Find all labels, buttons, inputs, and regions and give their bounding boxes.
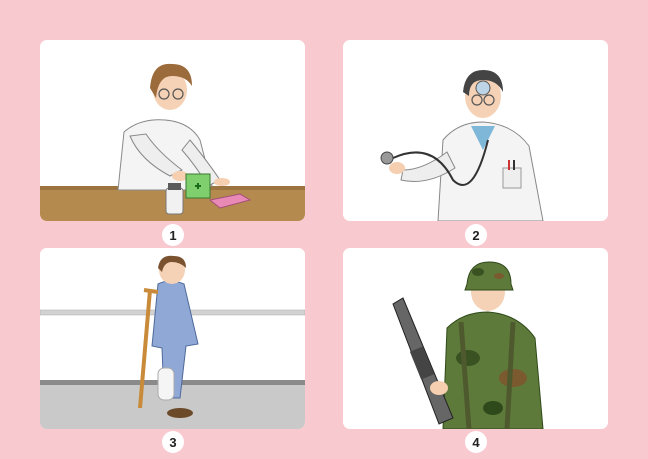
panel-number-4: 4: [465, 431, 487, 453]
doctor-illustration: [380, 70, 544, 221]
panel-3[interactable]: [40, 248, 305, 429]
panel-1[interactable]: [40, 40, 305, 221]
patient-illustration: [40, 248, 305, 429]
panel-number-3: 3: [162, 431, 184, 453]
panel-2[interactable]: [343, 40, 608, 221]
panel-4[interactable]: [343, 248, 608, 429]
pharmacist-illustration: [40, 63, 305, 221]
panel-number-1: 1: [162, 224, 184, 246]
panel-number-2: 2: [465, 224, 487, 246]
soldier-illustration: [392, 261, 544, 429]
